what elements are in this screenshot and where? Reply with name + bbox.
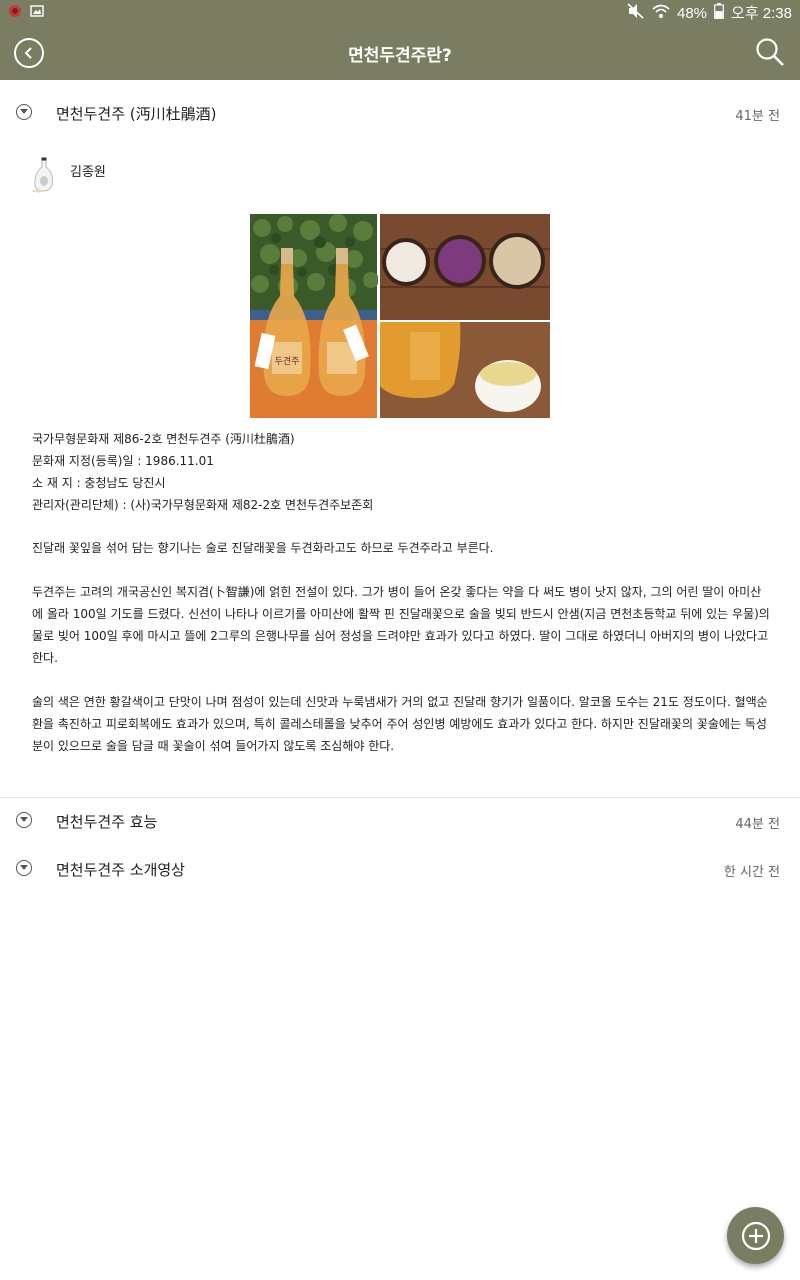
app-notification-icon — [8, 4, 22, 22]
wifi-icon — [652, 3, 670, 24]
info-line: 국가무형문화재 제86-2호 면천두견주 (沔川杜鵑酒) — [32, 432, 295, 446]
expand-toggle-icon — [20, 865, 28, 870]
post-info: 국가무형문화재 제86-2호 면천두견주 (沔川杜鵑酒) 문화재 지정(등록)일… — [32, 428, 772, 516]
thread-header[interactable]: 면천두견주 (沔川杜鵑酒) 41분 전 — [0, 89, 800, 137]
thread-header[interactable]: 면천두견주 소개영상 한 시간 전 — [0, 845, 800, 893]
bottle-label: 두견주 — [275, 355, 300, 367]
thread-item[interactable]: 면천두견주 효능 44분 전 — [0, 797, 800, 845]
info-line: 소 재 지 : 충청남도 당진시 — [32, 476, 166, 490]
thread-time: 44분 전 — [735, 817, 780, 832]
expand-toggle-icon — [20, 109, 28, 114]
info-line: 문화재 지정(등록)일 : 1986.11.01 — [32, 454, 214, 468]
expand-toggle[interactable] — [16, 812, 32, 828]
thread-time: 41분 전 — [735, 109, 780, 124]
search-button[interactable] — [754, 36, 786, 68]
battery-level: 48% — [677, 4, 708, 22]
thread-header[interactable]: 면천두견주 효능 44분 전 — [0, 797, 800, 845]
post-paragraph: 두견주는 고려의 개국공신인 복지겸(卜智謙)에 얽힌 전설이 있다. 그가 병… — [32, 585, 770, 665]
post-paragraph: 술의 색은 연한 황갈색이고 단맛이 나며 점성이 있는데 신맛과 누룩냄새가 … — [32, 695, 768, 753]
thread-item[interactable]: 면천두견주 소개영상 한 시간 전 — [0, 845, 800, 893]
info-line: 관리자(관리단체) : (사)국가무형문화재 제82-2호 면천두견주보존회 — [32, 498, 374, 512]
thread-title[interactable]: 면천두견주 소개영상 — [56, 859, 185, 880]
avatar — [32, 157, 53, 193]
add-button[interactable] — [727, 1207, 784, 1264]
author-name: 김종원 — [70, 165, 106, 180]
thread-time: 한 시간 전 — [723, 865, 780, 880]
image-notification-icon — [30, 4, 44, 22]
thread-title[interactable]: 면천두견주 효능 — [56, 811, 157, 832]
clock: 오후 2:38 — [731, 4, 792, 22]
author-row: 김종원 — [30, 157, 106, 193]
mute-icon — [627, 3, 645, 24]
thread-item: 면천두견주 (沔川杜鵑酒) 41분 전 — [0, 89, 800, 137]
search-icon — [756, 38, 784, 66]
post-paragraph: 진달래 꽃잎을 섞어 담는 향기나는 술로 진달래꽃을 두견화라고도 하므로 두… — [32, 541, 494, 555]
expand-toggle[interactable] — [16, 860, 32, 876]
thread-title[interactable]: 면천두견주 (沔川杜鵑酒) — [56, 103, 216, 124]
photo-collage[interactable]: 두견주 — [250, 214, 550, 418]
expand-toggle-icon — [20, 817, 28, 822]
expand-toggle[interactable] — [16, 104, 32, 120]
battery-icon — [714, 3, 724, 24]
app-bar: 면천두견주란? — [0, 24, 800, 80]
page-title: 면천두견주란? — [348, 46, 452, 66]
status-bar: 48% 오후 2:38 — [0, 0, 800, 24]
add-icon — [741, 1221, 770, 1250]
